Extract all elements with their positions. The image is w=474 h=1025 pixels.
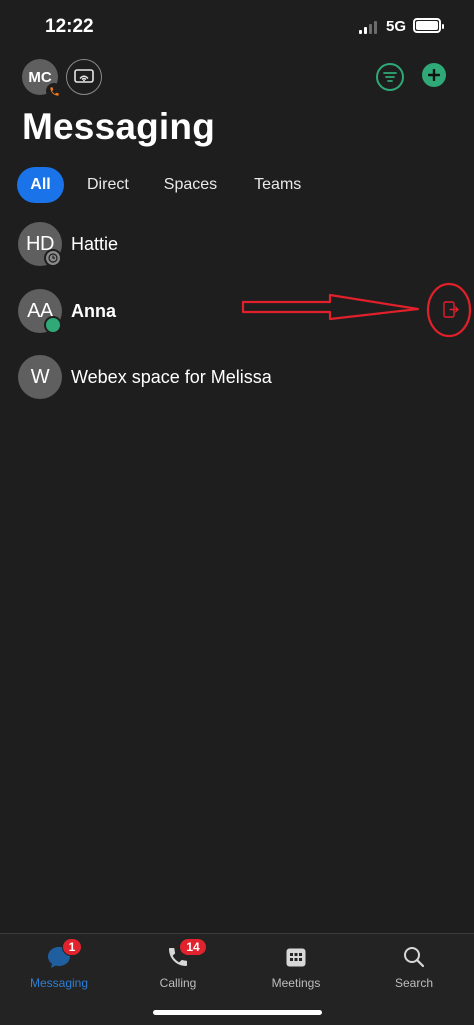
search-icon — [401, 944, 427, 970]
phone-icon: 14 — [165, 938, 207, 970]
nav-calling[interactable]: 14 Calling — [128, 938, 228, 990]
annotation-arrow — [241, 293, 420, 321]
nav-label: Messaging — [29, 976, 89, 990]
nav-search[interactable]: Search — [364, 944, 464, 990]
nav-label: Calling — [159, 976, 197, 990]
chat-bubble-icon: 1 — [46, 938, 82, 970]
annotation-circle — [426, 282, 472, 338]
messaging-screen: 12:22 5G MC Messaging All Direct Spaces … — [0, 0, 474, 1025]
nav-messaging[interactable]: 1 Messaging — [9, 938, 109, 990]
nav-label: Search — [394, 976, 434, 990]
calendar-icon — [283, 944, 309, 970]
unread-badge: 1 — [62, 938, 82, 956]
nav-meetings[interactable]: Meetings — [246, 944, 346, 990]
leave-icon — [443, 301, 459, 318]
annotation-overlay — [241, 282, 472, 338]
missed-calls-badge: 14 — [179, 938, 207, 956]
nav-label: Meetings — [271, 976, 321, 990]
home-indicator — [153, 1010, 322, 1015]
